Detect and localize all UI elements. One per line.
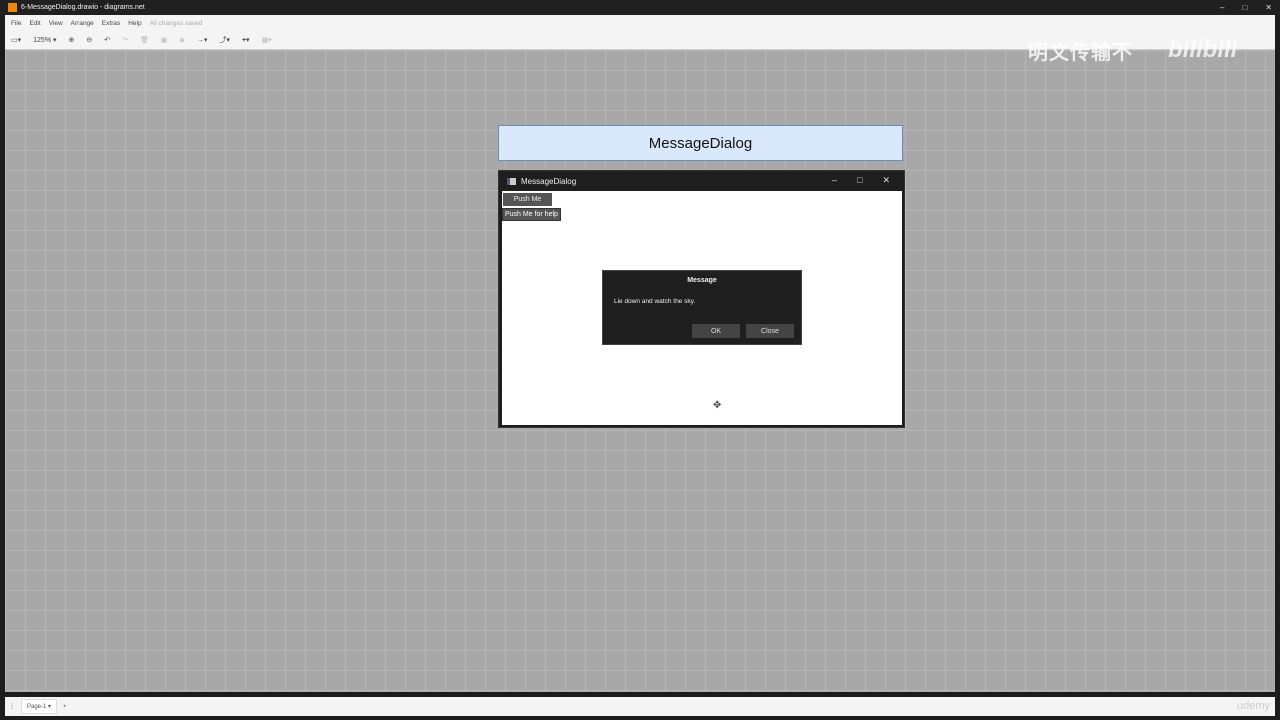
dialog-title: Message [687, 277, 717, 284]
page-tab[interactable]: Page-1 ▾ [21, 699, 58, 714]
menu-file[interactable]: File [11, 20, 21, 27]
format-panel-icon[interactable]: ▭▾ [11, 36, 21, 44]
page-bar: ⋮ Page-1 ▾ + [5, 697, 1275, 716]
redo-icon[interactable]: ↷ [122, 36, 128, 44]
save-status: All changes saved [149, 19, 203, 27]
app-window-image[interactable]: MessageDialog – □ ✕ Push Me Push Me for he… [498, 170, 905, 428]
message-dialog: Message Lie down and watch the sky. OK C… [602, 270, 802, 345]
zoom-out-icon[interactable]: ⊖ [86, 36, 92, 44]
zoom-select[interactable]: 125% ▾ [33, 36, 56, 44]
window-title: 6-MessageDialog.drawio - diagrams.net [21, 4, 145, 11]
menu-extras[interactable]: Extras [102, 20, 120, 27]
app-minimize-icon: – [832, 175, 838, 185]
app-close-icon: ✕ [882, 175, 890, 185]
close-button[interactable]: ✕ [1265, 0, 1272, 15]
undo-icon[interactable]: ↶ [104, 36, 110, 44]
insert-icon[interactable]: +▾ [242, 36, 250, 44]
drawio-logo-icon [8, 3, 17, 12]
menu-bar: File Edit View Arrange Extras Help All c… [5, 15, 1275, 31]
menu-edit[interactable]: Edit [29, 20, 40, 27]
waypoint-icon[interactable]: ⤴▾ [219, 35, 230, 45]
ok-button[interactable]: OK [692, 324, 740, 338]
menu-arrange[interactable]: Arrange [71, 20, 94, 27]
page-tab-label: Page-1 [27, 704, 47, 710]
app-client-area: Push Me Push Me for help Message Lie dow… [502, 191, 902, 425]
delete-icon[interactable]: 🗑 [140, 36, 149, 44]
dialog-close-button[interactable]: Close [746, 324, 794, 338]
bilibili-logo: bilibili [1168, 36, 1238, 63]
menu-help[interactable]: Help [128, 20, 141, 27]
push-me-button[interactable]: Push Me [503, 193, 552, 206]
move-cursor-icon: ✥ [713, 400, 722, 411]
title-bar: 6-MessageDialog.drawio - diagrams.net – … [0, 0, 1280, 15]
add-page-button[interactable]: + [63, 704, 67, 710]
menu-view[interactable]: View [49, 20, 63, 27]
table-icon[interactable]: ▦▾ [262, 36, 272, 44]
diagram-header-shape[interactable]: MessageDialog [498, 125, 903, 161]
connection-icon[interactable]: →▾ [197, 36, 208, 44]
to-front-icon[interactable]: ▣ [161, 36, 168, 44]
dialog-message: Lie down and watch the sky. [614, 298, 696, 305]
maximize-button[interactable]: □ [1242, 0, 1247, 15]
pages-menu-icon[interactable]: ⋮ [9, 703, 15, 710]
minimize-button[interactable]: – [1220, 0, 1224, 15]
zoom-in-icon[interactable]: ⊕ [69, 36, 75, 44]
app-icon [507, 177, 516, 185]
fill-color-icon[interactable]: ◈ [180, 36, 185, 44]
app-title: MessageDialog [521, 176, 577, 186]
zoom-value: 125% [33, 37, 52, 44]
watermark-text: 明文传输不 [1028, 42, 1133, 64]
tooltip: Push Me for help [502, 208, 561, 221]
header-label: MessageDialog [648, 134, 753, 152]
udemy-watermark: udemy [1236, 700, 1270, 712]
app-maximize-icon: □ [857, 175, 863, 185]
